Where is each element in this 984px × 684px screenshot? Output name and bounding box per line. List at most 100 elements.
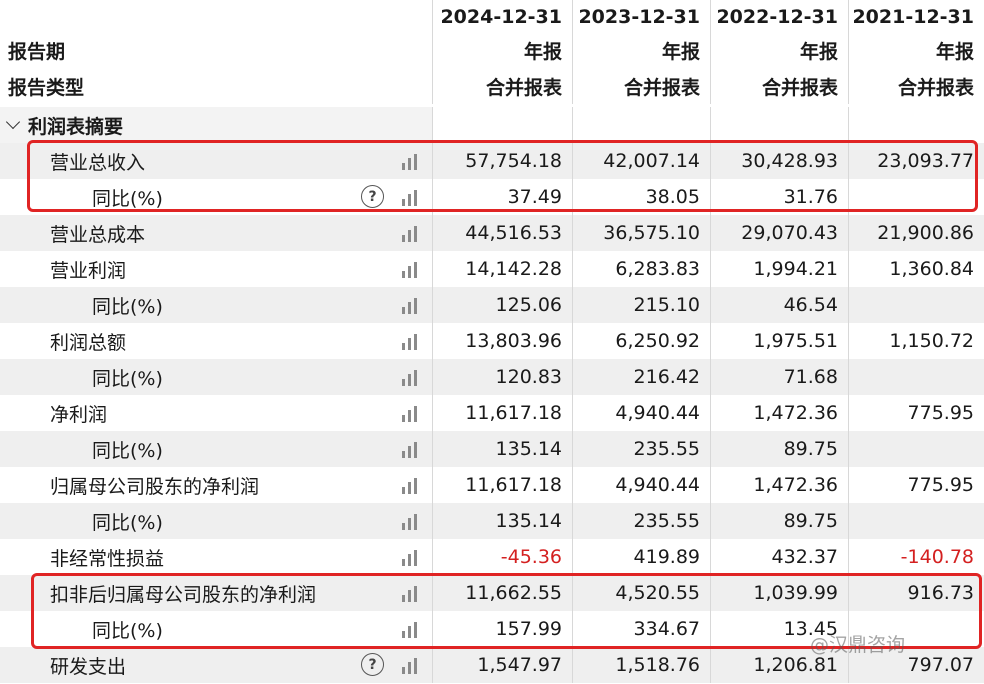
watermark: @汉鼎咨询 xyxy=(810,634,906,656)
table-cell: 31.76 xyxy=(710,179,848,215)
table-cell: 125.06 xyxy=(432,287,572,323)
bar-chart-icon[interactable] xyxy=(402,512,420,530)
table-row[interactable]: 利润总额 13,803.96 6,250.92 1,975.51 1,150.7… xyxy=(0,323,984,359)
table-row[interactable]: 净利润 11,617.18 4,940.44 1,472.36 775.95 xyxy=(0,395,984,431)
statement-type: 合并报表 xyxy=(572,68,710,104)
bar-chart-icon[interactable] xyxy=(402,296,420,314)
table-cell: 215.10 xyxy=(572,287,710,323)
row-label: 同比(%)? xyxy=(0,179,432,215)
table-cell: 1,150.72 xyxy=(848,323,984,359)
bar-chart-icon[interactable] xyxy=(402,656,420,674)
bar-chart-icon[interactable] xyxy=(402,152,420,170)
row-label: 扣非后归属母公司股东的净利润 xyxy=(0,575,432,611)
help-circle-icon[interactable]: ? xyxy=(361,185,384,208)
column-header-date[interactable]: 2024-12-31 xyxy=(432,0,572,35)
table-row[interactable]: 同比(%) 120.83 216.42 71.68 xyxy=(0,359,984,395)
table-row[interactable]: 非经常性损益 -45.36 419.89 432.37 -140.78 xyxy=(0,539,984,575)
table-cell: 36,575.10 xyxy=(572,215,710,251)
table-cell: 89.75 xyxy=(710,503,848,539)
help-circle-icon[interactable]: ? xyxy=(361,653,384,676)
table-cell: 216.42 xyxy=(572,359,710,395)
table-cell: 1,518.76 xyxy=(572,647,710,683)
row-label: 净利润 xyxy=(0,395,432,431)
table-row[interactable]: 营业总收入 57,754.18 42,007.14 30,428.93 23,0… xyxy=(0,143,984,179)
section-row-income-summary[interactable]: 利润表摘要 xyxy=(0,107,984,143)
table-cell: 1,975.51 xyxy=(710,323,848,359)
row-label: 同比(%) xyxy=(0,359,432,395)
report-period-label: 报告期 xyxy=(8,40,66,63)
table-cell: 38.05 xyxy=(572,179,710,215)
table-cell: 235.55 xyxy=(572,431,710,467)
table-cell: 57,754.18 xyxy=(432,143,572,179)
table-row[interactable]: 归属母公司股东的净利润 11,617.18 4,940.44 1,472.36 … xyxy=(0,467,984,503)
table-cell: 44,516.53 xyxy=(432,215,572,251)
table-cell: 29,070.43 xyxy=(710,215,848,251)
row-label: 同比(%) xyxy=(0,611,432,647)
table-cell: 89.75 xyxy=(710,431,848,467)
table-cell: 23,093.77 xyxy=(848,143,984,179)
financial-summary-table: 2024-12-31 2023-12-31 2022-12-31 2021-12… xyxy=(0,0,984,684)
table-cell: 334.67 xyxy=(572,611,710,647)
section-title[interactable]: 利润表摘要 xyxy=(0,107,432,143)
column-header-date[interactable]: 2023-12-31 xyxy=(572,0,710,35)
bar-chart-icon[interactable] xyxy=(402,332,420,350)
report-type-label: 报告类型 xyxy=(8,76,85,99)
section-cell xyxy=(710,107,848,143)
bar-chart-icon[interactable] xyxy=(402,548,420,566)
table-cell: 135.14 xyxy=(432,431,572,467)
table-cell: 157.99 xyxy=(432,611,572,647)
table-cell-negative: -140.78 xyxy=(848,539,984,575)
table-cell: 235.55 xyxy=(572,503,710,539)
chevron-down-icon[interactable] xyxy=(5,114,21,130)
table-cell: 11,617.18 xyxy=(432,395,572,431)
table-cell xyxy=(848,503,984,539)
table-cell: 916.73 xyxy=(848,575,984,611)
table-cell-negative: -45.36 xyxy=(432,539,572,575)
bar-chart-icon[interactable] xyxy=(402,620,420,638)
table-cell: 775.95 xyxy=(848,467,984,503)
bar-chart-icon[interactable] xyxy=(402,404,420,422)
table-row[interactable]: 营业总成本 44,516.53 36,575.10 29,070.43 21,9… xyxy=(0,215,984,251)
table-cell: 1,472.36 xyxy=(710,395,848,431)
bar-chart-icon[interactable] xyxy=(402,476,420,494)
table-cell: 42,007.14 xyxy=(572,143,710,179)
table-row[interactable]: 扣非后归属母公司股东的净利润 11,662.55 4,520.55 1,039.… xyxy=(0,575,984,611)
bar-chart-icon[interactable] xyxy=(402,368,420,386)
bar-chart-icon[interactable] xyxy=(402,440,420,458)
table-cell: 1,472.36 xyxy=(710,467,848,503)
table-cell xyxy=(848,431,984,467)
table-cell: 1,994.21 xyxy=(710,251,848,287)
column-header-date[interactable]: 2022-12-31 xyxy=(710,0,848,35)
table-row[interactable]: 营业利润 14,142.28 6,283.83 1,994.21 1,360.8… xyxy=(0,251,984,287)
header-blank xyxy=(0,0,432,35)
header-row-report-type: 报告类型 合并报表 合并报表 合并报表 合并报表 xyxy=(0,68,984,104)
bar-chart-icon[interactable] xyxy=(402,224,420,242)
column-header-date[interactable]: 2021-12-31 xyxy=(848,0,984,35)
bar-chart-icon[interactable] xyxy=(402,188,420,206)
table-cell: 1,547.97 xyxy=(432,647,572,683)
row-label: 同比(%) xyxy=(0,503,432,539)
table-cell xyxy=(848,179,984,215)
row-label: 研发支出? xyxy=(0,647,432,683)
bar-chart-icon[interactable] xyxy=(402,260,420,278)
table-cell: 4,940.44 xyxy=(572,467,710,503)
table-cell: 46.54 xyxy=(710,287,848,323)
row-label: 营业总成本 xyxy=(0,215,432,251)
table-row[interactable]: 同比(%) 135.14 235.55 89.75 xyxy=(0,431,984,467)
section-cell xyxy=(432,107,572,143)
header-row-report-period: 报告期 年报 年报 年报 年报 xyxy=(0,32,984,68)
table-cell: 14,142.28 xyxy=(432,251,572,287)
table-cell: 21,900.86 xyxy=(848,215,984,251)
row-label: 营业利润 xyxy=(0,251,432,287)
table-row[interactable]: 同比(%) 125.06 215.10 46.54 xyxy=(0,287,984,323)
table-cell: 6,283.83 xyxy=(572,251,710,287)
bar-chart-icon[interactable] xyxy=(402,584,420,602)
table-row[interactable]: 同比(%)? 37.49 38.05 31.76 xyxy=(0,179,984,215)
report-kind: 年报 xyxy=(572,32,710,68)
table-cell: 30,428.93 xyxy=(710,143,848,179)
table-row[interactable]: 同比(%) 135.14 235.55 89.75 xyxy=(0,503,984,539)
table-cell: 4,940.44 xyxy=(572,395,710,431)
table-cell: 71.68 xyxy=(710,359,848,395)
report-kind: 年报 xyxy=(432,32,572,68)
row-label: 归属母公司股东的净利润 xyxy=(0,467,432,503)
